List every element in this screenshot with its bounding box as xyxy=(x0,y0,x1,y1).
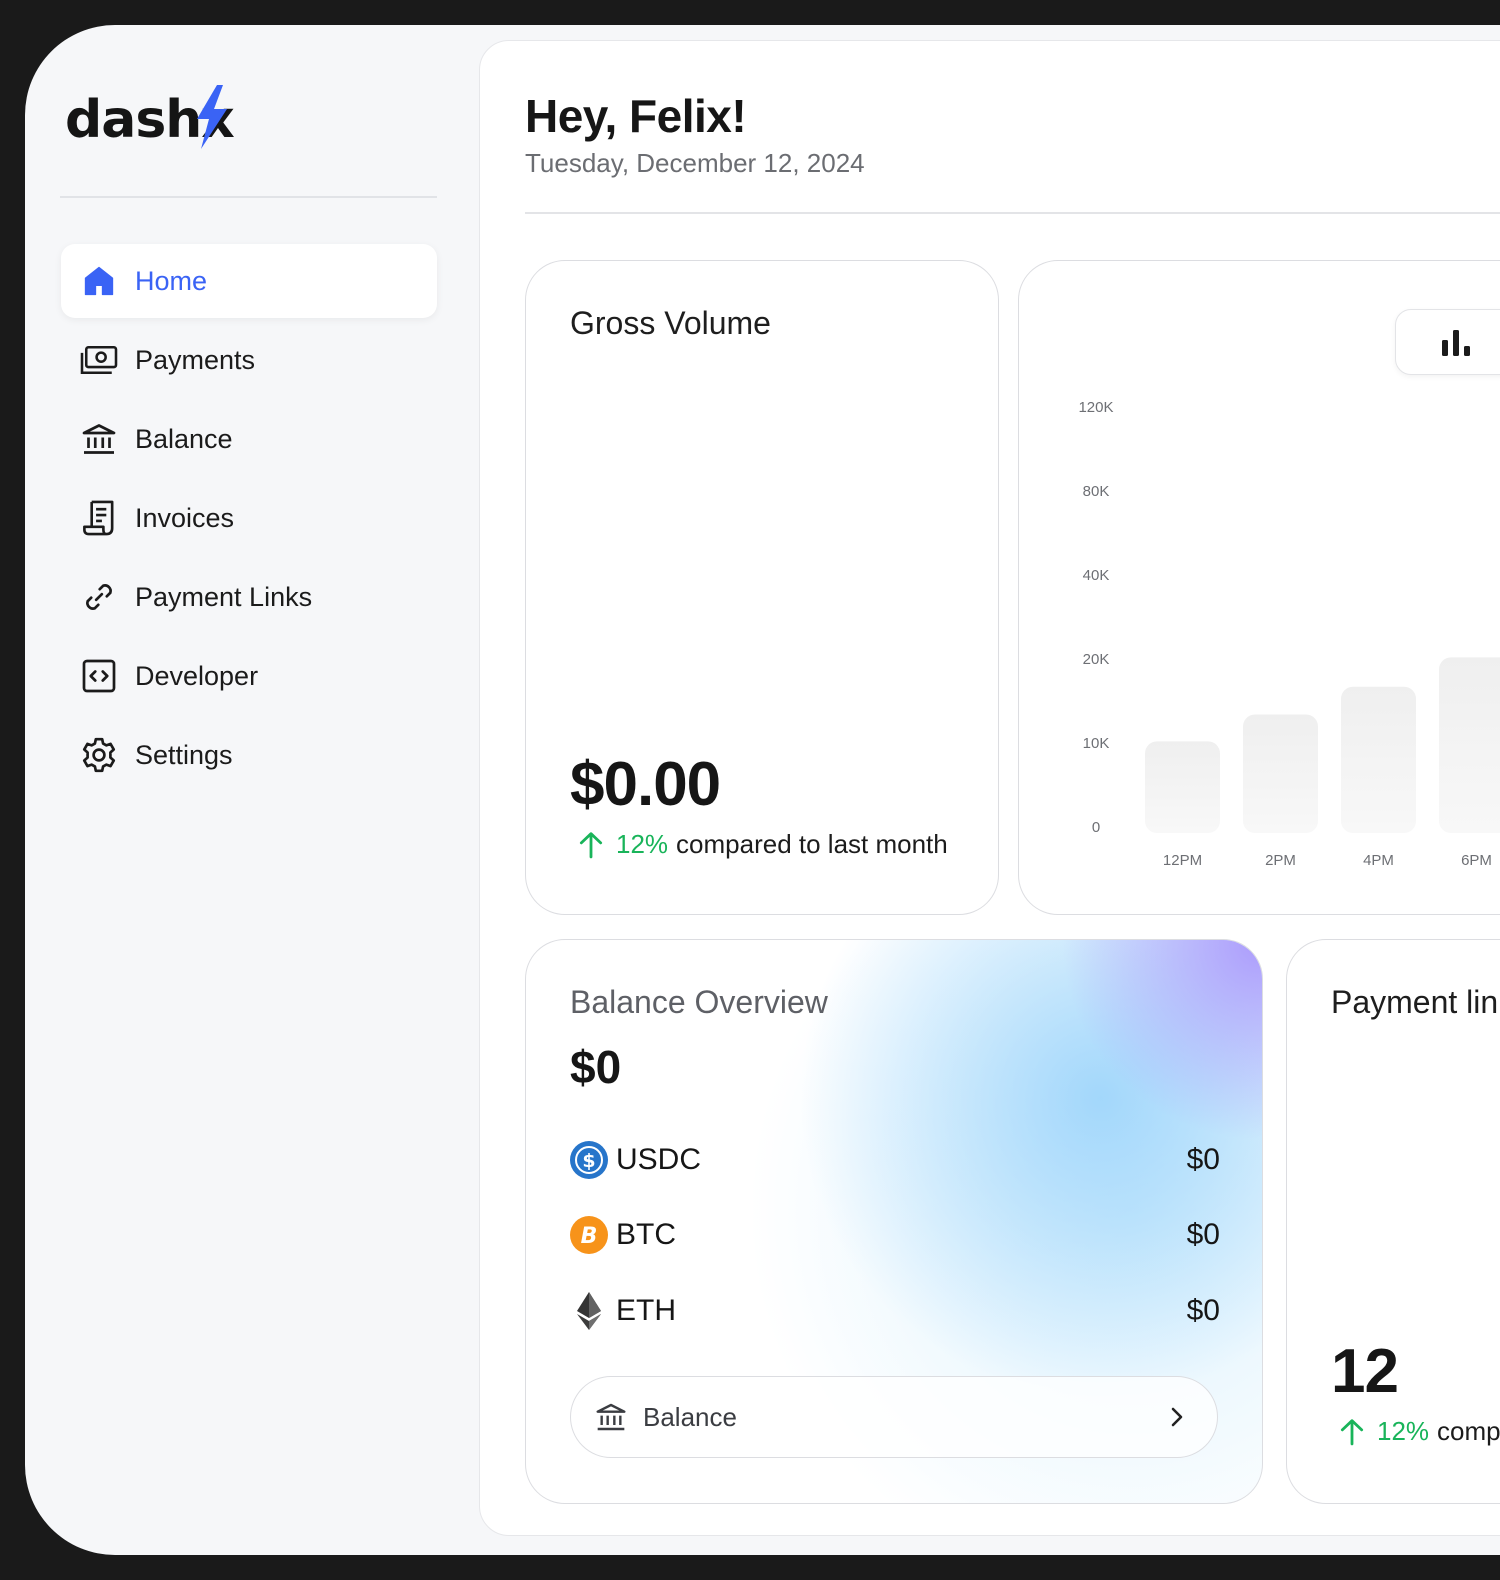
current-date: Tuesday, December 12, 2024 xyxy=(525,148,865,178)
y-tick-label: 80K xyxy=(1083,483,1110,500)
y-tick-label: 10K xyxy=(1083,735,1110,752)
svg-text:B: B xyxy=(581,1224,598,1249)
sidebar-item-label: Payment Links xyxy=(135,581,313,612)
sidebar-item-label: Developer xyxy=(135,660,259,691)
code-icon xyxy=(79,656,119,696)
payment-links-card[interactable]: Payment links 12 12% compared to last mo… xyxy=(1286,939,1500,1504)
y-tick-label: 0 xyxy=(1092,819,1100,836)
main-panel: Hey, Felix! Tuesday, December 12, 2024 G… xyxy=(479,40,1500,1536)
sidebar-item-label: Payments xyxy=(135,344,256,375)
balance-overview-title: Balance Overview xyxy=(570,984,828,1020)
sidebar-item-label: Balance xyxy=(135,423,233,454)
bank-icon xyxy=(596,1403,626,1431)
bar-chart-icon xyxy=(1442,330,1470,356)
x-tick-label: 12PM xyxy=(1163,852,1202,869)
arrow-up-icon xyxy=(579,831,603,858)
x-tick-label: 2PM xyxy=(1265,852,1296,869)
chart-bar[interactable] xyxy=(1145,741,1220,833)
asset-value: $0 xyxy=(1186,1218,1220,1251)
chart-bar[interactable] xyxy=(1243,714,1318,833)
sidebar-item-label: Settings xyxy=(135,739,233,770)
balance-overview-card: Balance Overview $0 $ USDC $0 B BTC $0 E… xyxy=(525,939,1263,1504)
home-icon xyxy=(79,261,119,301)
volume-chart-card: 120K 80K 40K 20K 10K 0 12PM 2PM 4PM 6PM xyxy=(1018,260,1500,915)
x-tick-label: 6PM xyxy=(1461,852,1492,869)
change-text: compared to last month xyxy=(676,829,948,859)
go-to-balance-button[interactable]: Balance xyxy=(570,1376,1218,1458)
header-divider xyxy=(525,212,1500,214)
balance-button-label: Balance xyxy=(643,1401,737,1432)
payment-links-title: Payment links xyxy=(1331,984,1500,1020)
link-icon xyxy=(79,577,119,617)
y-tick-label: 20K xyxy=(1083,651,1110,668)
gear-icon xyxy=(79,735,119,775)
y-tick-label: 40K xyxy=(1083,567,1110,584)
chart-bar[interactable] xyxy=(1341,686,1416,833)
chart-bar[interactable] xyxy=(1439,657,1500,833)
gross-volume-change: 12% compared to last month xyxy=(578,829,948,860)
sidebar-item-home[interactable]: Home xyxy=(61,244,437,318)
gross-volume-title: Gross Volume xyxy=(570,305,771,341)
gross-volume-card[interactable]: Gross Volume $0.00 12% compared to last … xyxy=(525,260,999,915)
page-title: Hey, Felix! xyxy=(525,90,747,142)
sidebar-item-payments[interactable]: Payments xyxy=(61,323,437,397)
sidebar-item-balance[interactable]: Balance xyxy=(61,402,437,476)
arrow-up-icon xyxy=(1340,1418,1364,1445)
payment-links-change: 12% compared to last month xyxy=(1339,1416,1500,1447)
asset-row-btc[interactable]: B BTC $0 xyxy=(570,1213,1220,1257)
asset-name: BTC xyxy=(616,1218,676,1251)
eth-icon xyxy=(570,1292,608,1330)
asset-value: $0 xyxy=(1186,1143,1220,1176)
bank-icon xyxy=(79,419,119,459)
sidebar-item-developer[interactable]: Developer xyxy=(61,639,437,713)
change-percent: 12% xyxy=(1377,1416,1430,1446)
btc-icon: B xyxy=(570,1216,608,1254)
svg-text:$: $ xyxy=(582,1150,595,1172)
sidebar-item-label: Invoices xyxy=(135,502,235,533)
asset-row-eth[interactable]: ETH $0 xyxy=(570,1289,1220,1333)
asset-value: $0 xyxy=(1186,1294,1220,1327)
invoice-icon xyxy=(79,498,119,538)
change-text: compared to last month xyxy=(1437,1416,1500,1446)
sidebar-item-label: Home xyxy=(135,265,208,296)
y-tick-label: 120K xyxy=(1078,399,1113,416)
sidebar-item-invoices[interactable]: Invoices xyxy=(61,481,437,555)
bolt-icon xyxy=(197,85,227,149)
sidebar-item-payment-links[interactable]: Payment Links xyxy=(61,560,437,634)
sidebar-divider xyxy=(60,196,437,198)
app-window: dashx Home Payments Balance Invoices Pay… xyxy=(25,25,1500,1555)
payment-links-count: 12 xyxy=(1331,1337,1399,1406)
x-tick-label: 4PM xyxy=(1363,852,1394,869)
logo[interactable]: dashx xyxy=(65,85,235,155)
balance-total: $0 xyxy=(570,1041,622,1093)
change-percent: 12% xyxy=(616,829,669,859)
cash-icon xyxy=(79,340,119,380)
chart-type-button[interactable] xyxy=(1395,309,1500,375)
chevron-right-icon xyxy=(1169,1406,1185,1428)
gross-volume-amount: $0.00 xyxy=(570,750,721,819)
asset-name: ETH xyxy=(616,1294,676,1327)
asset-name: USDC xyxy=(616,1143,702,1176)
sidebar-item-settings[interactable]: Settings xyxy=(61,718,437,792)
usdc-icon: $ xyxy=(570,1141,608,1179)
asset-row-usdc[interactable]: $ USDC $0 xyxy=(570,1138,1220,1182)
sidebar-nav: Home Payments Balance Invoices Payment L… xyxy=(61,244,437,797)
